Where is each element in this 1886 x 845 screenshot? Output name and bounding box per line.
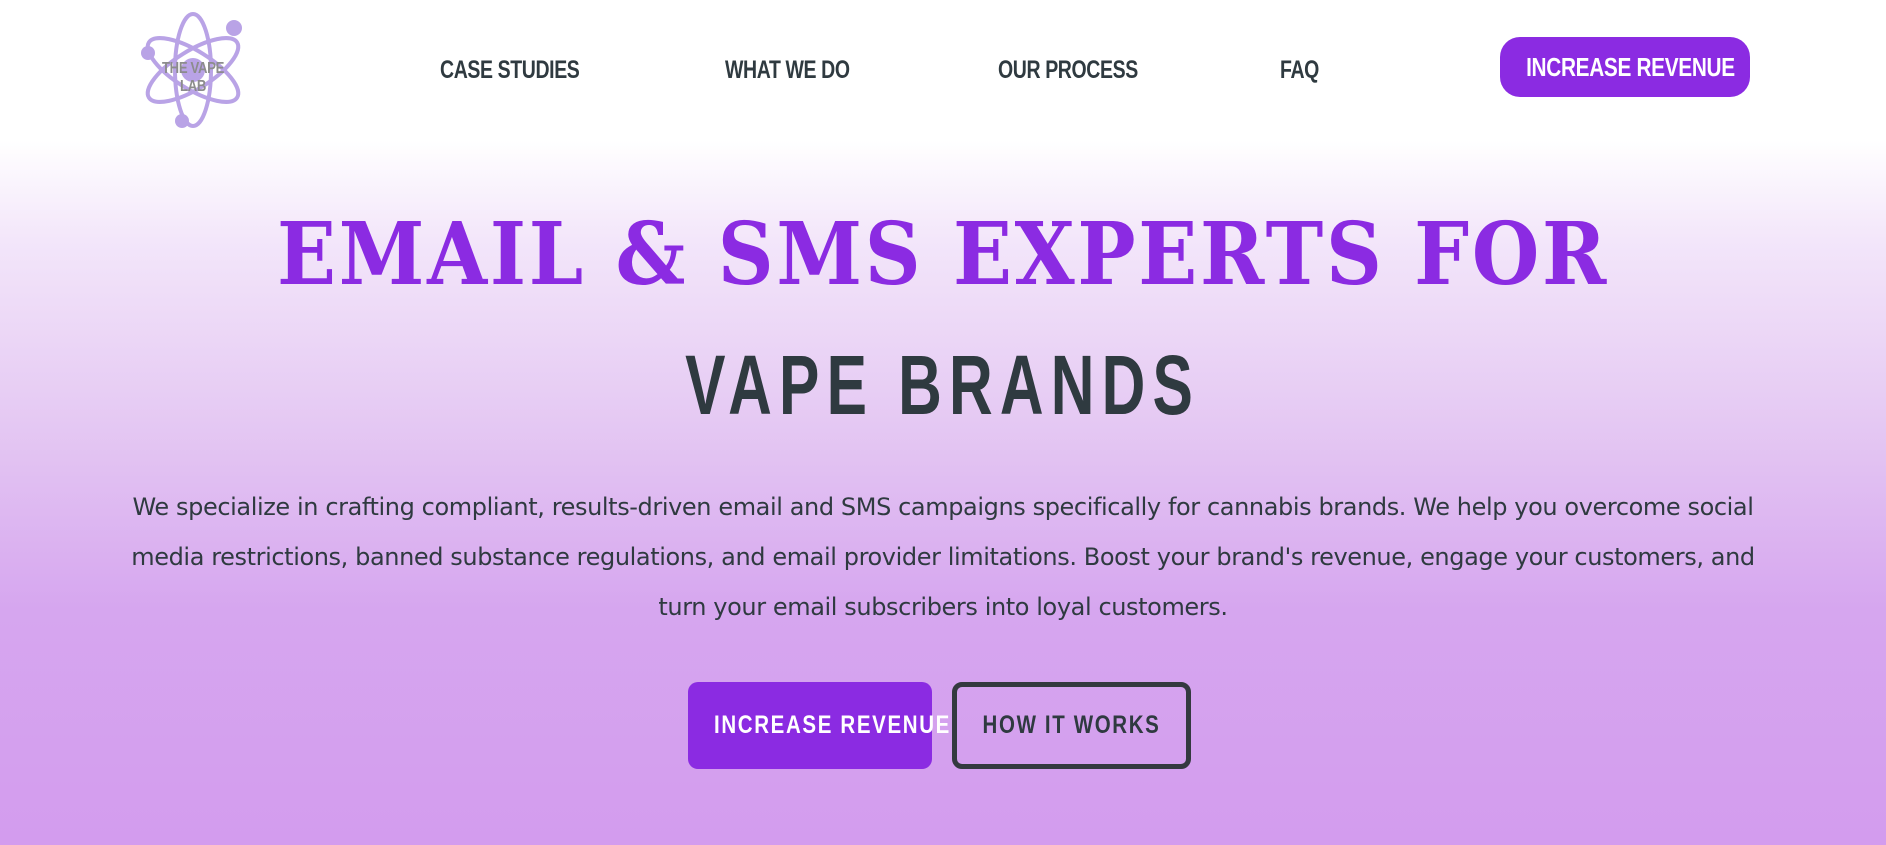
hero-subheadline: VAPE BRANDS bbox=[0, 335, 1886, 435]
nav-increase-revenue-button[interactable]: INCREASE REVENUE bbox=[1500, 37, 1750, 97]
nav-link-our-process[interactable]: OUR PROCESS bbox=[998, 50, 1138, 90]
increase-revenue-label: INCREASE REVENUE bbox=[714, 711, 951, 739]
increase-revenue-button[interactable]: INCREASE REVENUE bbox=[688, 682, 949, 769]
nav-link-faq[interactable]: FAQ bbox=[1280, 50, 1319, 90]
hero-headline-text: EMAIL & SMS EXPERTS FOR bbox=[276, 204, 1609, 305]
how-it-works-label: HOW IT WORKS bbox=[982, 711, 1161, 739]
how-it-works-button[interactable]: HOW IT WORKS bbox=[952, 682, 1191, 769]
site-logo[interactable]: THE VAPE LAB bbox=[138, 8, 248, 132]
site-header: THE VAPE LAB CASE STUDIES WHAT WE DO OUR… bbox=[0, 0, 1886, 140]
hero-headline: EMAIL & SMS EXPERTS FOR bbox=[0, 200, 1886, 310]
hero-subheadline-text: VAPE BRANDS bbox=[685, 338, 1201, 432]
nav-link-case-studies[interactable]: CASE STUDIES bbox=[440, 50, 580, 90]
logo-text: THE VAPE LAB bbox=[161, 60, 225, 95]
nav-link-what-we-do[interactable]: WHAT WE DO bbox=[725, 50, 850, 90]
hero-intro-paragraph: We specialize in crafting compliant, res… bbox=[131, 493, 1755, 621]
nav-cta-label: INCREASE REVENUE bbox=[1526, 52, 1735, 82]
